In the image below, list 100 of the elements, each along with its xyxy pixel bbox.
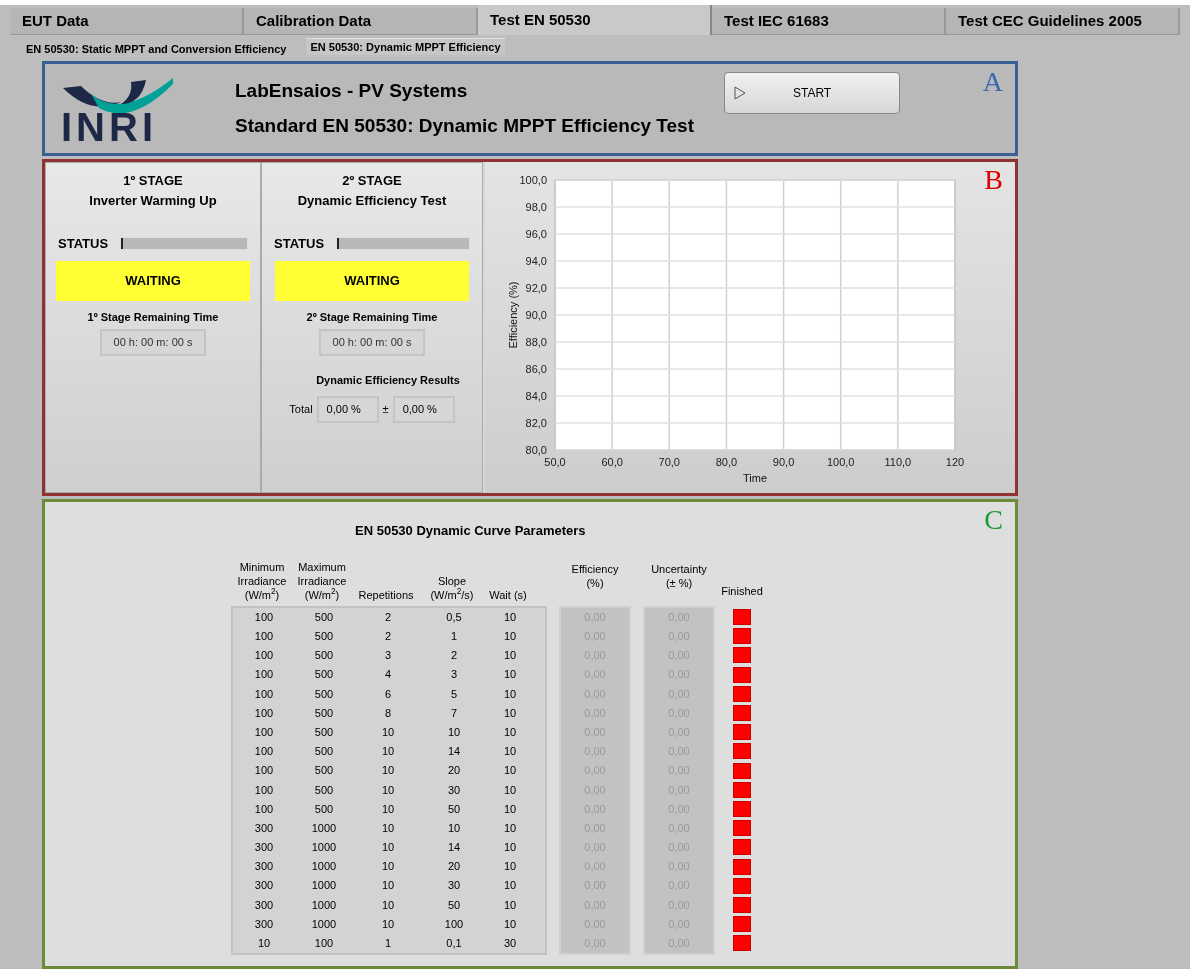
remaining-time-field: 00 h: 00 m: 00 s (318, 329, 426, 356)
x-tick-label: 100,0 (826, 456, 855, 468)
x-tick-label: 70,0 (658, 456, 680, 468)
column-header: Slope (W/m$^{2}$/s) (429, 573, 475, 602)
table-cell-text: 300 (253, 859, 275, 875)
table-cell-text: 0,5 (445, 609, 463, 625)
table-cell-text: 100 (253, 667, 275, 683)
table-cell-text: 1 (383, 936, 393, 952)
table-cell-text: 2 (383, 629, 393, 645)
x-tick-label: 50,0 (544, 456, 566, 468)
table-cell-text: 10 (502, 840, 518, 856)
tab[interactable]: Calibration Data (244, 8, 478, 35)
column-header: Repetitions (357, 587, 415, 602)
table-cell-text: 100 (443, 916, 465, 932)
table-cell-text: 3 (449, 667, 459, 683)
y-tick-label: 86,0 (525, 363, 547, 375)
table-cell-text: 10 (502, 724, 518, 740)
table-cell-text: 10 (502, 782, 518, 798)
table-cell-text: 100 (253, 648, 275, 664)
table-cell-text: 30 (446, 782, 462, 798)
table-cell-text: 300 (253, 820, 275, 836)
table-cell-text: 1000 (310, 916, 338, 932)
table-cell-text: 100 (253, 724, 275, 740)
sub-tab[interactable]: EN 50530: Dynamic MPPT Efficiency (306, 37, 505, 56)
parameters-title: EN 50530 Dynamic Curve Parameters (355, 522, 587, 540)
y-tick-label: 88,0 (525, 336, 547, 348)
table-cell-text: 10 (380, 801, 396, 817)
table-cell-text: 500 (313, 724, 335, 740)
tab[interactable]: Test IEC 61683 (712, 8, 946, 35)
table-cell-text: 1000 (310, 897, 338, 913)
table-cell-text: 10 (380, 724, 396, 740)
play-icon (732, 85, 747, 100)
uncertainty-field: 0,00 % (392, 396, 455, 423)
stage-subtitle: Inverter Warming Up (89, 191, 217, 210)
status-label: STATUS (58, 235, 109, 253)
table-cell-text: 10 (446, 820, 462, 836)
tab[interactable]: EUT Data (10, 8, 244, 35)
remaining-time-label: 2º Stage Remaining Time (306, 309, 438, 325)
table-cell-text: 500 (313, 744, 335, 760)
table-cell-text: 300 (253, 897, 275, 913)
y-tick-label: 84,0 (525, 390, 547, 402)
table-cell-text: 10 (502, 859, 518, 875)
table-cell-text: 4 (383, 667, 393, 683)
table-cell-text: 10 (380, 763, 396, 779)
table-cell-text: 50 (446, 801, 462, 817)
tab[interactable]: Test CEC Guidelines 2005 (946, 8, 1180, 35)
table-cell-text: 1000 (310, 820, 338, 836)
table-cell-text: 100 (253, 782, 275, 798)
column-header: Wait (s) (488, 587, 528, 602)
table-cell-text: 1 (449, 629, 459, 645)
y-tick-label: 96,0 (525, 228, 547, 240)
total-label: Total (289, 402, 313, 417)
x-tick-label: 120 (945, 456, 965, 468)
status-label: STATUS (274, 235, 325, 253)
x-tick-label: 110,0 (884, 456, 912, 468)
table-cell-text: 300 (253, 840, 275, 856)
y-tick-label: 82,0 (525, 417, 547, 429)
table-cell-text: 100 (253, 686, 275, 702)
table-cell-text: 10 (502, 744, 518, 760)
table-cell-text: 30 (502, 936, 518, 952)
table-cell-text: 10 (502, 629, 518, 645)
column-header: Uncertainty (± %) (650, 561, 708, 590)
sub-tab[interactable]: EN 50530: Static MPPT and Conversion Efficiency (22, 41, 291, 58)
table-cell-text: 100 (253, 629, 275, 645)
results-title: Dynamic Efficiency Results (316, 372, 460, 388)
panel-letter: C (984, 506, 1003, 534)
stage-subtitle: Dynamic Efficiency Test (297, 191, 447, 210)
y-tick-label: 98,0 (525, 201, 547, 213)
status-indicator: WAITING (275, 260, 469, 301)
y-tick-label: 92,0 (525, 282, 547, 294)
table-cell-text: 10 (502, 648, 518, 664)
x-tick-label: 60,0 (601, 456, 623, 468)
table-cell-text: 500 (313, 629, 335, 645)
column-header: Maximum Irradiance (W/m$^{2}$) (296, 559, 348, 602)
stage-title: 1º STAGE (123, 172, 183, 190)
y-axis-label: Efficiency (%) (507, 281, 519, 349)
table-cell-text: 300 (253, 916, 275, 932)
table-cell-text: 14 (446, 840, 462, 856)
table-cell-text: 20 (446, 859, 462, 875)
start-button[interactable]: START (723, 71, 900, 114)
table-cell-text: 14 (446, 744, 462, 760)
column-header: Finished (720, 584, 764, 599)
table-cell-text: 7 (449, 705, 459, 721)
table-cell-text: 20 (446, 763, 462, 779)
table-cell-text: 50 (446, 897, 462, 913)
y-tick-label: 90,0 (525, 309, 547, 321)
column-header: Minimum Irradiance (W/m$^{2}$) (236, 559, 288, 602)
tab[interactable]: Test EN 50530 (478, 5, 712, 35)
remaining-time-field: 00 h: 00 m: 00 s (99, 329, 207, 356)
column-header: Efficiency (%) (570, 561, 620, 590)
table-cell-text: 100 (253, 744, 275, 760)
table-cell-text: 10 (502, 667, 518, 683)
table-cell-text: 500 (313, 705, 335, 721)
app-title: LabEnsaios - PV Systems (235, 79, 469, 103)
plus-minus-sign: ± (382, 402, 389, 417)
table-cell-text: 2 (383, 609, 393, 625)
table-cell-text: 300 (253, 878, 275, 894)
table-cell-text: 500 (313, 763, 335, 779)
table-cell-text: 500 (313, 667, 335, 683)
table-cell-text: 8 (383, 705, 393, 721)
